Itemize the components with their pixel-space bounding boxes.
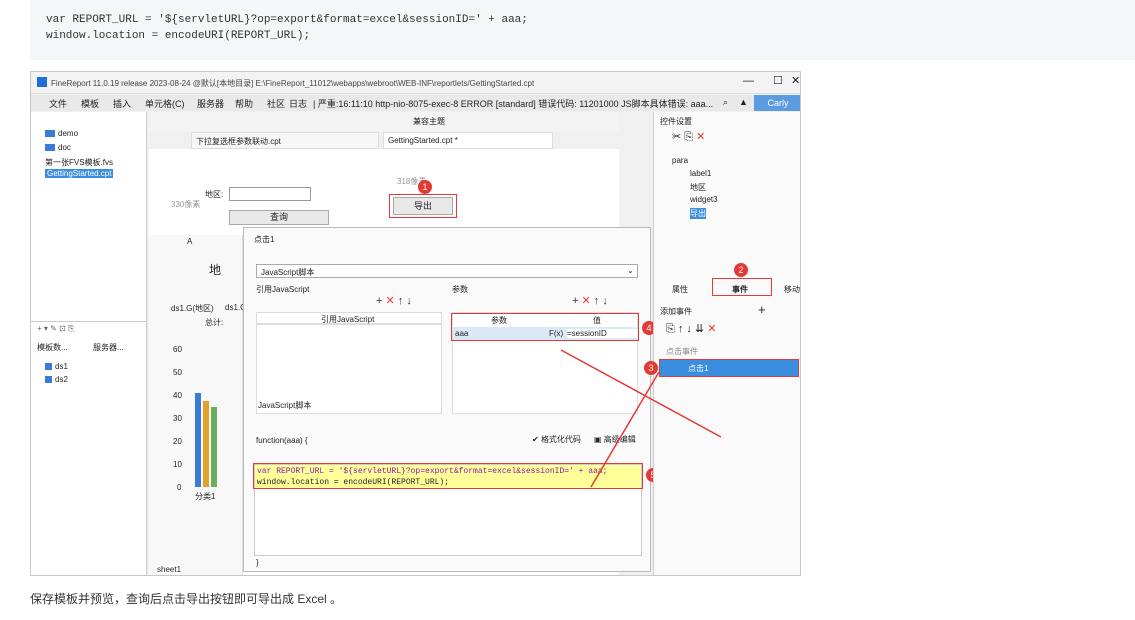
- code-line-1: var REPORT_URL = '${servletURL}?op=expor…: [46, 14, 528, 26]
- arrow-1: [560, 349, 722, 438]
- code-block: var REPORT_URL = '${servletURL}?op=expor…: [30, 0, 1135, 60]
- code-line-2: window.location = encodeURI(REPORT_URL);: [46, 30, 311, 42]
- designer-screenshot: FineReport 11.0.19 release 2023-08-24 @默…: [30, 71, 801, 576]
- annotation-arrows: [560, 349, 722, 488]
- caption: 保存模板并预览，查询后点击导出按钮即可导出成 Excel 。: [30, 592, 343, 606]
- arrow-2: [590, 371, 660, 488]
